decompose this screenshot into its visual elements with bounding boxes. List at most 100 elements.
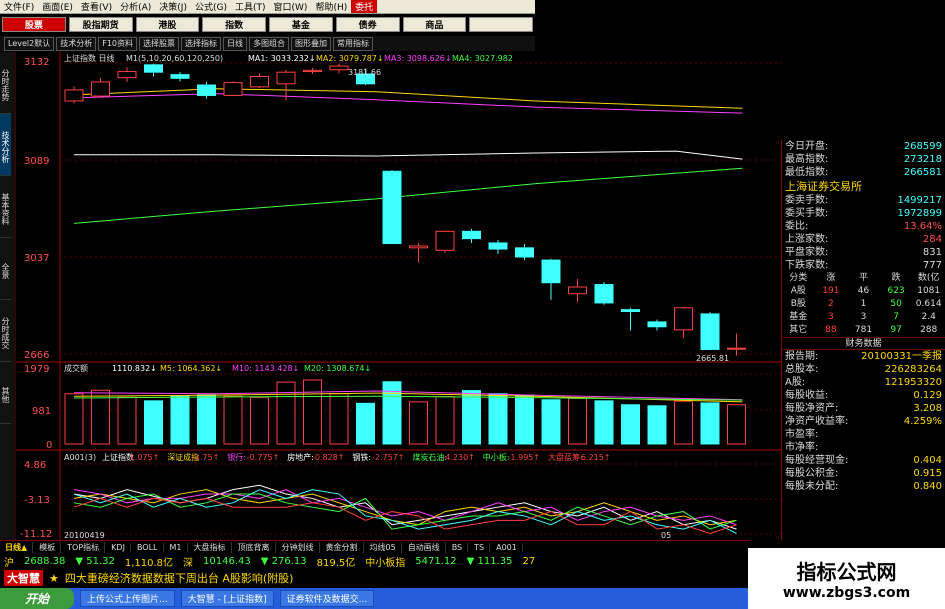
fin-label: 总股本: xyxy=(785,364,819,375)
fin-value: 226283264 xyxy=(884,364,942,375)
news-marquee[interactable]: 大智慧 ★ 四大重磅经济数据数据下周出台 A股影响(附股) xyxy=(0,569,750,587)
taskbar-item-upload[interactable]: 上传公式上传图片... xyxy=(80,590,175,607)
start-label: 开始 xyxy=(24,592,49,606)
side-tab-intraday[interactable]: 分时走势 xyxy=(0,52,11,114)
ticker-item: 中小板指 xyxy=(365,558,406,569)
ratio-label: 委比: xyxy=(785,221,809,232)
ind-legend-item: -0.775↑ xyxy=(247,453,279,462)
indicator-tab[interactable]: 自动画线 xyxy=(403,542,446,553)
indicator-tab[interactable]: 顶底背离 xyxy=(233,542,276,553)
tab-indices[interactable]: 指数 xyxy=(202,17,266,32)
menu-file[interactable]: 文件(F) xyxy=(0,0,38,13)
indicator-tab[interactable]: M1 xyxy=(165,543,188,552)
vol-legend: 1110.832↓ M5: 1064.362↓ M10: 1143.428↓ M20:… xyxy=(112,364,371,373)
exchange-title: 上海证券交易所 xyxy=(785,180,862,193)
high-value: 273218 xyxy=(903,154,942,165)
volume-bar xyxy=(541,399,561,445)
bid-value: 1972899 xyxy=(897,208,942,219)
kline-chart[interactable]: 3132 3089 3037 2666 1979 981 0 4.86 -3.1… xyxy=(16,52,781,540)
breadth-cell: 1 xyxy=(860,299,867,309)
tab-index-futures[interactable]: 股指期货 xyxy=(68,17,133,32)
side-tab-panorama[interactable]: 全景 xyxy=(0,238,11,300)
volume-bar xyxy=(435,396,455,445)
price-tick-top: 3132 xyxy=(24,57,49,68)
indicator-tab[interactable]: BOLL xyxy=(132,543,164,552)
indicator-tab[interactable]: BS xyxy=(447,543,469,552)
toolbar-common-indicators[interactable]: 常用指标 xyxy=(333,36,373,51)
menu-help[interactable]: 帮助(H) xyxy=(311,0,351,13)
menu-edit[interactable]: 画面(E) xyxy=(38,0,77,13)
price-tick-2: 3089 xyxy=(24,156,49,167)
indicator-tab[interactable]: 大盘指标 xyxy=(189,542,232,553)
tab-stocks[interactable]: 股票 xyxy=(2,17,66,32)
start-button[interactable]: 开始 xyxy=(0,588,74,609)
volume-bar xyxy=(594,400,614,445)
breadth-row: B股 2 1 50 0.614 xyxy=(782,298,945,311)
indicator-tab[interactable]: TS xyxy=(469,543,491,552)
fin-label: 市盈率: xyxy=(785,429,819,440)
menu-tools[interactable]: 工具(T) xyxy=(231,0,270,13)
ticker-item: 深 xyxy=(183,558,194,569)
tab-commodities[interactable]: 商品 xyxy=(402,17,467,32)
volume-bar xyxy=(409,401,428,445)
candle-body xyxy=(674,307,693,331)
breadth-cell: 3 xyxy=(828,312,834,322)
breadth-cell: 2.4 xyxy=(921,312,936,322)
fin-row: 每股收益: 0.129 xyxy=(782,389,945,402)
indicator-tab[interactable]: 黄金分割 xyxy=(321,542,364,553)
taskbar-item-software[interactable]: 证券软件及数据交... xyxy=(279,590,375,607)
breadth-cell: 191 xyxy=(822,286,840,296)
menu-formula[interactable]: 公式(G) xyxy=(191,0,231,13)
toolbar-multi-chart[interactable]: 多图组合 xyxy=(249,36,289,51)
menu-window[interactable]: 窗口(W) xyxy=(270,0,312,13)
side-tab-fundamental[interactable]: 基本资料 xyxy=(0,176,11,238)
taskbar-item-dzh[interactable]: 大智慧 - [上证指数] xyxy=(180,590,274,607)
vol-tick-top: 1979 xyxy=(24,364,49,375)
news-headline[interactable]: 四大重磅经济数据数据下周出台 A股影响(附股) xyxy=(65,570,294,586)
menu-trade[interactable]: 委托 xyxy=(351,0,378,13)
toolbar-overlay[interactable]: 图形叠加 xyxy=(291,36,331,51)
side-tab-other[interactable]: 其他 xyxy=(0,362,11,424)
app-logo: 大智慧 xyxy=(4,570,43,586)
candle-body xyxy=(435,230,455,251)
toolbar-level2[interactable]: Level2默认 xyxy=(4,36,55,51)
toolbar-select-indicator[interactable]: 选择指标 xyxy=(181,36,221,51)
indicator-tab[interactable]: KDJ xyxy=(106,543,131,552)
tab-extra[interactable] xyxy=(469,17,533,32)
fin-row: 市盈率: xyxy=(782,428,945,441)
chart-params: M1(5,10,20,60,120,250) xyxy=(126,54,223,63)
financial-title[interactable]: 财务数据 xyxy=(782,337,945,350)
menu-analysis[interactable]: 分析(A) xyxy=(116,0,155,13)
menu-view[interactable]: 查看(V) xyxy=(77,0,116,13)
indicator-tab[interactable]: A001 xyxy=(491,543,523,552)
side-tab-tech[interactable]: 技术分析 xyxy=(0,114,11,176)
toolbar-f10[interactable]: F10资料 xyxy=(98,36,137,51)
breadth-cell: A股 xyxy=(790,286,806,296)
toolbar-daily[interactable]: 日线 xyxy=(223,36,247,51)
breadth-cell: 46 xyxy=(857,286,870,296)
candle-body xyxy=(197,84,216,96)
indicator-tab[interactable]: 均线05 xyxy=(365,542,402,553)
ind-legend-item: -1.075↑ xyxy=(127,453,160,462)
side-tab-ticks[interactable]: 分时成交 xyxy=(0,300,11,362)
toolbar-tech-analysis[interactable]: 技术分析 xyxy=(56,36,97,51)
tab-hk-stocks[interactable]: 港股 xyxy=(135,17,200,32)
fin-label: 每股未分配: xyxy=(785,481,839,492)
period-tab[interactable]: 日线▲ xyxy=(0,542,34,553)
menu-decision[interactable]: 决策(J) xyxy=(155,0,191,13)
indicator-tab[interactable]: 模板 xyxy=(34,542,62,553)
fin-row: 每股未分配: 0.840 xyxy=(782,480,945,493)
toolbar-select-stock[interactable]: 选择股票 xyxy=(139,36,179,51)
indicator-tab[interactable]: 分钟划线 xyxy=(277,542,320,553)
ticker-item: 沪 xyxy=(4,558,14,569)
ma-legend-item: MA3: 3098.626↓ xyxy=(384,54,452,63)
tab-funds[interactable]: 基金 xyxy=(269,17,333,32)
tab-bonds[interactable]: 债券 xyxy=(335,17,400,32)
ind-legend-item: -4.230↑ xyxy=(442,453,475,462)
bid-row: 委买手数: 1972899 xyxy=(782,207,945,220)
volume-bar xyxy=(144,400,163,445)
index-ticker: 沪 2688.38 ▼ 51.32 1,110.8亿深 10146.43 ▼ 276.13… xyxy=(0,555,750,569)
indicator-tab[interactable]: TOP指标 xyxy=(62,542,106,553)
ma-legend-item: MA4: 3027.982 xyxy=(452,54,513,63)
breadth-cell: 781 xyxy=(854,325,873,335)
